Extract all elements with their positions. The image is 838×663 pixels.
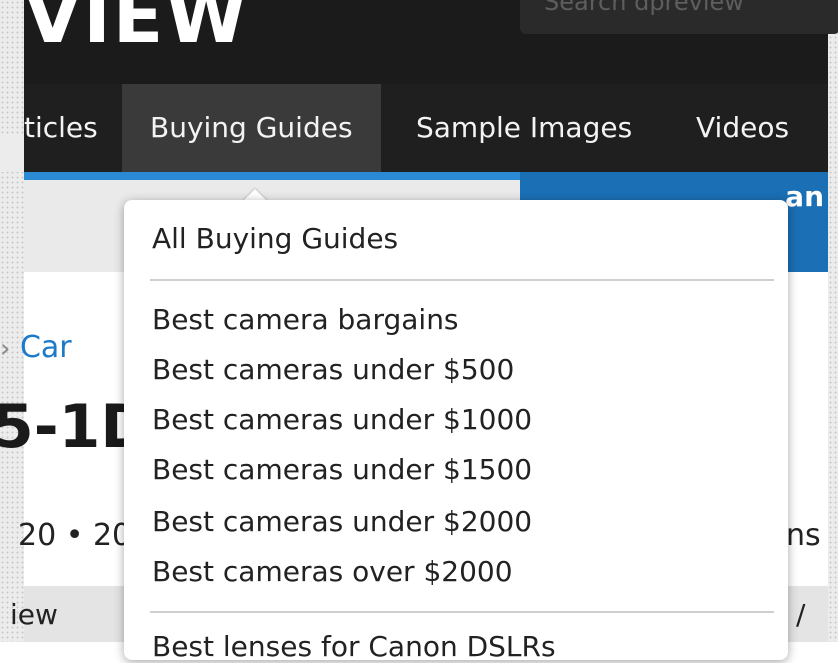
nav-item-articles[interactable]: ticles — [24, 84, 124, 172]
article-dateline: 20 • 20 — [18, 518, 132, 553]
site-logo[interactable]: VIEW — [24, 0, 249, 60]
tab-overview[interactable]: iew — [10, 598, 58, 631]
nav-item-sample-images[interactable]: Sample Images — [390, 84, 658, 172]
menu-item-over-2000[interactable]: Best cameras over $2000 — [152, 555, 513, 588]
menu-item-under-1500[interactable]: Best cameras under $1500 — [152, 453, 532, 486]
breadcrumb-link[interactable]: Car — [20, 330, 72, 365]
breadcrumb: › Car — [0, 330, 72, 365]
nav-item-buying-guides[interactable]: Buying Guides — [122, 84, 381, 172]
page-background-right — [828, 0, 838, 642]
menu-item-lenses-canon-dslr[interactable]: Best lenses for Canon DSLRs — [152, 630, 556, 663]
nav-item-videos[interactable]: Videos — [670, 84, 815, 172]
menu-item-under-2000[interactable]: Best cameras under $2000 — [152, 505, 532, 538]
menu-divider — [150, 611, 774, 613]
menu-item-under-1000[interactable]: Best cameras under $1000 — [152, 403, 532, 436]
site-header: VIEW Search dpreview — [24, 0, 838, 84]
menu-divider — [150, 279, 774, 281]
menu-item-all-buying-guides[interactable]: All Buying Guides — [152, 222, 398, 255]
article-meta-right: ns — [786, 518, 821, 553]
tab-more[interactable]: / — [796, 598, 805, 631]
breadcrumb-separator: › — [0, 334, 11, 364]
search-input[interactable]: Search dpreview — [520, 0, 838, 34]
menu-item-best-camera-bargains[interactable]: Best camera bargains — [152, 303, 459, 336]
page-background-gap — [0, 136, 24, 172]
menu-item-under-500[interactable]: Best cameras under $500 — [152, 353, 514, 386]
